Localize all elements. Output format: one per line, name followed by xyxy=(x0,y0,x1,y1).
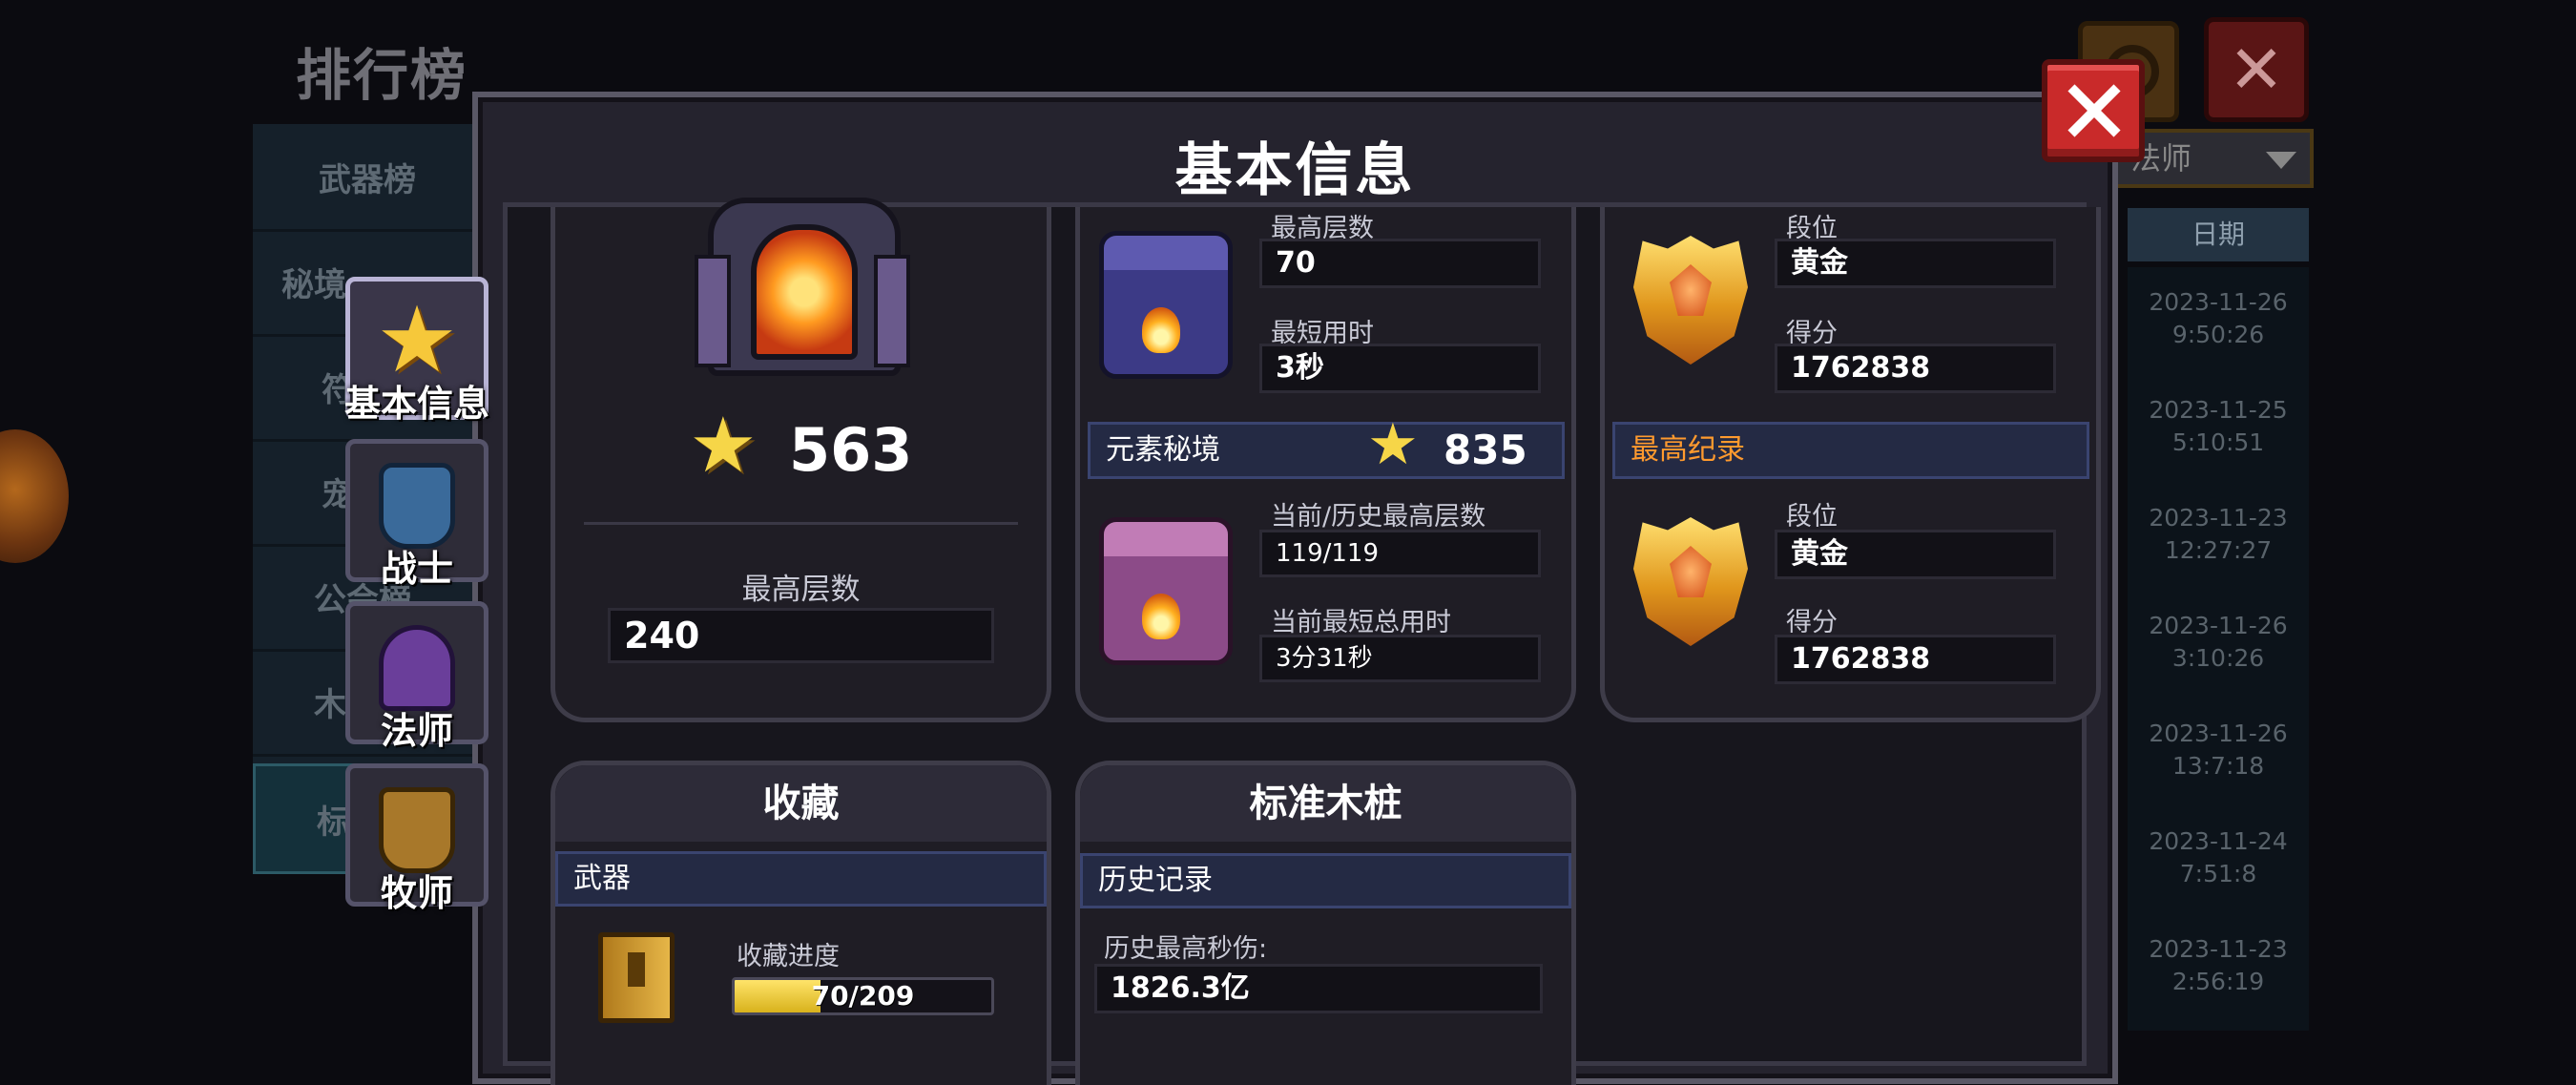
total-time-label: 当前最短总用时 xyxy=(1271,608,1451,637)
date-cell: 2023-11-26 3:10:26 xyxy=(2149,612,2288,672)
trial-max-floor-field: 70 xyxy=(1259,239,1541,288)
date-cell: 2023-11-23 2:56:19 xyxy=(2149,935,2288,995)
collection-progress-bar: 70/209 xyxy=(732,977,994,1015)
mage-icon xyxy=(379,625,455,711)
dummy-dps-field: 1826.3亿 xyxy=(1094,964,1543,1013)
divider xyxy=(584,522,1018,525)
collection-weapon-header: 武器 xyxy=(555,851,1047,907)
date-cell: 2023-11-25 5:10:51 xyxy=(2149,396,2288,456)
record-tier-field: 黄金 xyxy=(1775,530,2056,579)
modal-content: ★ 563 最高层数 240 最高层数 70 最短用时 3秒 元素秘境 ★ 83… xyxy=(503,198,2101,1085)
elemental-realm-header: 元素秘境 ★ 835 xyxy=(1088,411,1565,479)
tab-basic-info-label: 基本信息 xyxy=(343,383,489,425)
chevron-down-icon xyxy=(2266,152,2296,169)
basic-info-modal: 基本信息 ★ 563 最高层数 240 最高层数 70 最短用时 3秒 元素秘境… xyxy=(472,92,2118,1085)
date-cell: 2023-11-26 13:7:18 xyxy=(2149,720,2288,780)
current-max-floor-field: 119/119 xyxy=(1259,530,1541,577)
tab-weapon-rank[interactable]: 武器榜 xyxy=(253,124,482,232)
book-icon xyxy=(598,932,675,1023)
tower-max-floor-label: 最高层数 xyxy=(741,573,861,607)
trial-panel: 最高层数 70 最短用时 3秒 元素秘境 ★ 835 当前/历史最高层数 119… xyxy=(1075,207,1576,722)
star-icon: ★ xyxy=(1367,411,1419,478)
gold-badge-icon xyxy=(1633,517,1748,646)
dummy-history-header: 历史记录 xyxy=(1080,853,1571,908)
dummy-panel: 标准木桩 历史记录 历史最高秒伤: 1826.3亿 xyxy=(1075,761,1576,1085)
collection-title: 收藏 xyxy=(555,765,1047,842)
star-icon: ★ xyxy=(689,401,758,490)
cauldron-blue-icon xyxy=(1099,231,1233,379)
leaderboard-close-icon[interactable]: ✕ xyxy=(2204,17,2309,122)
modal-title: 基本信息 xyxy=(1174,137,1416,204)
total-time-field: 3分31秒 xyxy=(1259,635,1541,682)
gold-badge-icon xyxy=(1633,236,1748,365)
date-column: 2023-11-26 9:50:26 2023-11-25 5:10:51 2023… xyxy=(2128,267,2309,1031)
tab-mage-label: 法师 xyxy=(380,710,453,752)
date-cell: 2023-11-23 12:27:27 xyxy=(2149,504,2288,564)
collection-panel: 收藏 武器 收藏进度 70/209 xyxy=(551,761,1051,1085)
dummy-dps-label: 历史最高秒伤: xyxy=(1104,934,1268,964)
trial-min-time-field: 3秒 xyxy=(1259,344,1541,393)
elemental-stars: 835 xyxy=(1444,427,1527,473)
elemental-realm-label: 元素秘境 xyxy=(1106,433,1220,467)
collection-progress-text: 70/209 xyxy=(811,980,915,1012)
rank-tier-field: 黄金 xyxy=(1775,239,2056,288)
rank-score-field: 1762838 xyxy=(1775,344,2056,393)
tab-warrior-label: 战士 xyxy=(380,548,453,590)
leaderboard-title: 排行榜 xyxy=(296,43,468,108)
date-cell: 2023-11-24 7:51:8 xyxy=(2149,827,2288,887)
best-record-header: 最高纪录 xyxy=(1612,422,2089,479)
date-column-header: 日期 xyxy=(2128,208,2309,261)
priest-icon xyxy=(379,787,455,873)
close-icon[interactable] xyxy=(2042,59,2145,162)
record-tier-label: 段位 xyxy=(1786,502,1838,532)
collection-progress-label: 收藏进度 xyxy=(737,942,840,971)
date-cell: 2023-11-26 9:50:26 xyxy=(2149,288,2288,348)
chest-orb-icon[interactable] xyxy=(0,429,69,563)
warrior-icon xyxy=(379,463,455,549)
cauldron-pink-icon xyxy=(1099,517,1233,665)
tower-panel: ★ 563 最高层数 240 xyxy=(551,198,1051,722)
tab-priest-label: 牧师 xyxy=(380,872,453,914)
tower-icon xyxy=(695,198,910,379)
rank-panel: 段位 黄金 得分 1762838 最高纪录 段位 黄金 得分 1762838 xyxy=(1600,207,2101,722)
tower-stars: 563 xyxy=(789,415,913,485)
record-score-label: 得分 xyxy=(1786,608,1838,637)
tower-max-floor-field: 240 xyxy=(608,608,994,663)
dummy-title: 标准木桩 xyxy=(1080,765,1571,842)
record-score-field: 1762838 xyxy=(1775,635,2056,684)
current-max-floor-label: 当前/历史最高层数 xyxy=(1271,502,1486,532)
